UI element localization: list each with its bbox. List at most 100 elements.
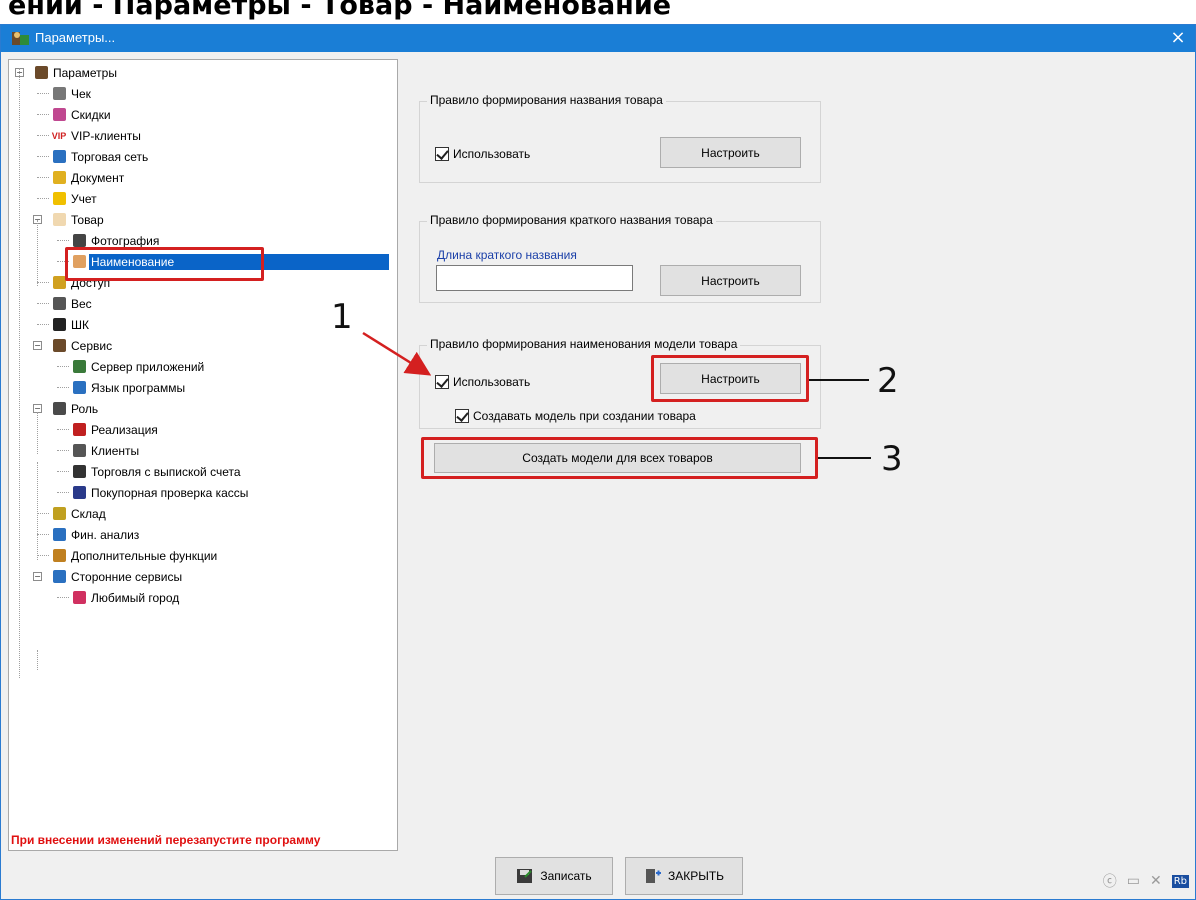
model-rule-use-checkbox[interactable]: Использовать xyxy=(435,375,530,389)
tree-collapse-toggle[interactable]: − xyxy=(33,572,42,581)
tree-connector xyxy=(37,534,49,535)
callout-number-3: 3 xyxy=(881,439,903,479)
tree-item[interactable]: Роль xyxy=(51,398,100,419)
tree-connector xyxy=(37,177,49,178)
short-name-length-input[interactable] xyxy=(436,265,633,291)
tree-connector xyxy=(37,156,49,157)
tree-item-label: ШК xyxy=(71,317,89,332)
finance-icon xyxy=(51,527,67,543)
tree-item-label: Документ xyxy=(71,170,125,185)
tree-item[interactable]: Язык программы xyxy=(71,377,187,398)
annotation-box-selected-item xyxy=(65,247,264,281)
tree-item-label: Фин. анализ xyxy=(71,527,140,542)
name-rule-use-label: Использовать xyxy=(453,147,531,161)
tools-icon xyxy=(51,548,67,564)
city-icon xyxy=(71,590,87,606)
tree-item[interactable]: Клиенты xyxy=(71,440,141,461)
tree-item-label: Роль xyxy=(71,401,99,416)
parameters-window: Параметры... × Параметры − Чек Скидки VIP VIP… xyxy=(0,24,1196,900)
tree-item[interactable]: ШК xyxy=(51,314,91,335)
create-model-on-product-label: Создавать модель при создании товара xyxy=(473,409,696,423)
tree-item-label: Вес xyxy=(71,296,92,311)
model-rule-use-label: Использовать xyxy=(453,375,531,389)
tree-item-label: Реализация xyxy=(91,422,158,437)
model-rule-legend: Правило формирования наименования модели… xyxy=(427,337,741,351)
window-icon[interactable]: ▭ xyxy=(1127,873,1140,889)
name-rule-legend: Правило формирования названия товара xyxy=(427,93,666,107)
restart-warning: При внесении изменений перезапустите про… xyxy=(11,833,321,847)
short-name-rule-legend: Правило формирования краткого названия т… xyxy=(427,213,716,227)
app-icon xyxy=(12,32,29,45)
tree-item-label: Параметры xyxy=(53,65,117,80)
tree-connector xyxy=(37,650,38,670)
weight-icon xyxy=(51,296,67,312)
warehouse-icon xyxy=(51,506,67,522)
tree-collapse-toggle[interactable]: − xyxy=(33,341,42,350)
warning-icon xyxy=(51,191,67,207)
callout-number-1: 1 xyxy=(331,297,353,337)
tree-item[interactable]: Вес xyxy=(51,293,94,314)
tree-item-label: Учет xyxy=(71,191,97,206)
tree-connector xyxy=(37,412,38,454)
service-icon xyxy=(51,338,67,354)
save-label: Записать xyxy=(540,869,592,883)
tree-connector xyxy=(37,555,49,556)
tree-connector xyxy=(57,597,69,598)
tree-connector xyxy=(57,471,69,472)
clients-icon xyxy=(71,443,87,459)
tree-connector xyxy=(37,462,38,560)
close-icon[interactable]: × xyxy=(1167,27,1189,49)
language-icon[interactable]: Rb xyxy=(1171,874,1189,888)
tree-connector xyxy=(19,68,20,678)
tree-connector xyxy=(37,324,49,325)
title-bar[interactable]: Параметры... × xyxy=(1,25,1195,52)
tree-item[interactable]: Сервис xyxy=(51,335,114,356)
tree-item[interactable]: Дополнительные функции xyxy=(51,545,219,566)
tree-item[interactable]: VIP VIP-клиенты xyxy=(51,125,143,146)
tree-item[interactable]: Документ xyxy=(51,167,126,188)
cross-icon[interactable]: ✕ xyxy=(1150,873,1162,889)
create-model-on-product-checkbox[interactable]: Создавать модель при создании товара xyxy=(455,409,696,423)
tree-item[interactable]: Сервер приложений xyxy=(71,356,206,377)
tree-item-label: Язык программы xyxy=(91,380,186,395)
tree-item[interactable]: Торговля с выпиской счета xyxy=(71,461,243,482)
window-title: Параметры... xyxy=(35,30,116,45)
tree-item[interactable]: Реализация xyxy=(71,419,160,440)
short-name-rule-configure-button[interactable]: Настроить xyxy=(660,265,801,296)
tree-connector xyxy=(57,366,69,367)
document-icon xyxy=(51,170,67,186)
name-rule-configure-button[interactable]: Настроить xyxy=(660,137,801,168)
cashbox-check-icon xyxy=(71,485,87,501)
document-header: ении - Параметры - Товар - Наименование xyxy=(0,0,1196,26)
save-button[interactable]: Записать xyxy=(495,857,613,895)
tree-item[interactable]: Сторонние сервисы xyxy=(51,566,184,587)
receipt-icon xyxy=(51,86,67,102)
services-icon xyxy=(51,569,67,585)
tree-item[interactable]: Покупорная проверка кассы xyxy=(71,482,250,503)
tree-item[interactable]: Любимый город xyxy=(71,587,181,608)
close-label: ЗАКРЫТЬ xyxy=(667,869,725,883)
info-icon[interactable]: ⓒ xyxy=(1103,871,1117,891)
save-icon xyxy=(517,869,533,883)
tree-item[interactable]: Чек xyxy=(51,83,93,104)
tree-connector xyxy=(57,492,69,493)
tree-item[interactable]: Торговая сеть xyxy=(51,146,150,167)
tree-item-label: Сервер приложений xyxy=(91,359,205,374)
close-button[interactable]: ЗАКРЫТЬ xyxy=(625,857,743,895)
name-rule-use-checkbox[interactable]: Использовать xyxy=(435,147,530,161)
callout-number-2: 2 xyxy=(877,361,899,401)
tree-connector xyxy=(57,240,69,241)
tree-item[interactable]: Учет xyxy=(51,188,99,209)
tree-item-label: Чек xyxy=(71,86,91,101)
tree-item[interactable]: Фин. анализ xyxy=(51,524,141,545)
tree-connector xyxy=(37,220,38,286)
tree-item[interactable]: Параметры xyxy=(33,62,119,83)
tree-item[interactable]: Скидки xyxy=(51,104,113,125)
tree-item-label: Покупорная проверка кассы xyxy=(91,485,249,500)
tree-item[interactable]: Товар xyxy=(51,209,106,230)
annotation-box-create-all xyxy=(421,437,818,479)
system-tray: ⓒ ▭ ✕ Rb xyxy=(1103,871,1189,891)
barcode-icon xyxy=(51,317,67,333)
tree-item[interactable]: Склад xyxy=(51,503,108,524)
tree-item-label: Торговая сеть xyxy=(71,149,149,164)
